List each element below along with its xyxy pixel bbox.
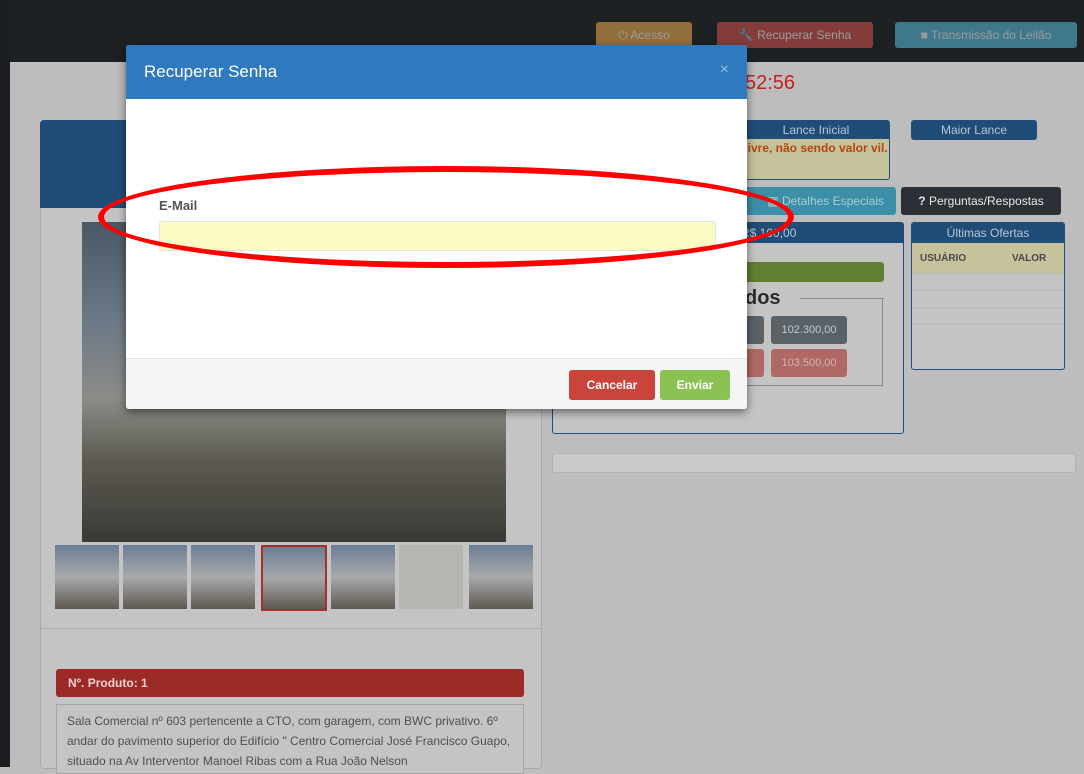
dos-heading: dos — [745, 287, 781, 309]
thumbnail[interactable] — [123, 545, 187, 609]
wrench-icon: 🔧 — [738, 28, 758, 42]
modal-footer: Cancelar Enviar — [126, 358, 747, 409]
produto-number-bar: Nº. Produto: 1 — [56, 669, 524, 697]
col-valor: VALOR — [1012, 253, 1047, 264]
email-label: E-Mail — [159, 198, 198, 213]
photo-thumbnails — [55, 545, 533, 611]
lance-inicial-title: Lance Inicial — [743, 121, 889, 139]
col-usuario: USUÁRIO — [920, 253, 967, 264]
modal-header: Recuperar Senha × — [126, 45, 747, 99]
window-frame — [0, 0, 10, 767]
video-camera-icon: ■ — [920, 28, 932, 42]
thumbnail-selected[interactable] — [261, 545, 327, 611]
detalhes-especiais-button[interactable]: ▦ Detalhes Especiais — [742, 187, 896, 215]
table-row — [912, 307, 1064, 324]
thumbnail[interactable] — [331, 545, 395, 609]
question-icon: ? — [918, 194, 929, 208]
recuperar-senha-modal: Recuperar Senha × E-Mail Cancelar Enviar — [126, 45, 747, 409]
table-row — [912, 290, 1064, 307]
email-input[interactable] — [159, 221, 716, 251]
thumbnail[interactable] — [191, 545, 255, 609]
divider — [40, 628, 542, 629]
bid-value-button[interactable]: 103.500,00 — [771, 349, 847, 377]
produto-description: Sala Comercial nº 603 pertencente a CTO,… — [56, 704, 524, 774]
cancel-button[interactable]: Cancelar — [569, 370, 655, 400]
lance-inicial-text: livre, não sendo valor vil. — [744, 141, 888, 155]
maior-lance-title: Maior Lance — [911, 120, 1037, 140]
power-icon: ⏻ — [618, 28, 631, 42]
thumbnail-map[interactable] — [399, 545, 463, 609]
bid-value-button[interactable]: 102.300,00 — [771, 316, 847, 344]
close-icon[interactable]: × — [720, 61, 729, 79]
lance-inicial-box: Lance Inicial livre, não sendo valor vil… — [742, 120, 890, 180]
thumbnail[interactable] — [55, 545, 119, 609]
table-row — [912, 273, 1064, 290]
lance-minimo-title: R$ 100,00 — [741, 226, 797, 240]
transmissao-button[interactable]: ■ Transmissão do Leilão — [895, 22, 1077, 48]
detalhes-icon: ▦ — [767, 194, 782, 208]
green-status-strip — [742, 262, 884, 282]
send-button[interactable]: Enviar — [660, 370, 730, 400]
modal-title: Recuperar Senha — [144, 62, 278, 81]
info-strip — [552, 453, 1076, 473]
ultimas-ofertas-title: Últimas Ofertas — [912, 223, 1064, 243]
thumbnail[interactable] — [469, 545, 533, 609]
ultimas-ofertas-table: Últimas Ofertas USUÁRIO VALOR — [911, 222, 1065, 370]
table-row — [912, 324, 1064, 341]
countdown-timer: 52:56 — [745, 72, 796, 94]
perguntas-respostas-button[interactable]: ? Perguntas/Respostas — [901, 187, 1061, 215]
